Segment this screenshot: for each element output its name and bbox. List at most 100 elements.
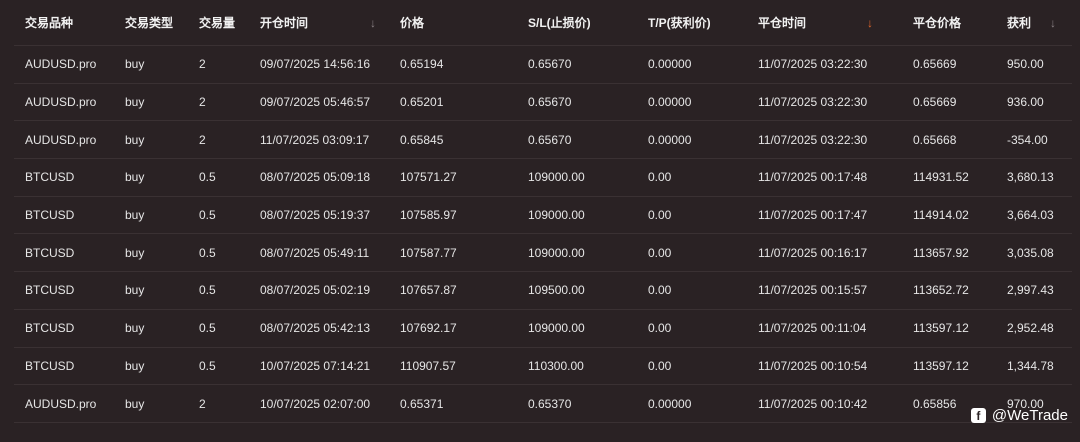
cell-close-time: 11/07/2025 00:15:57 (758, 283, 868, 298)
table-row[interactable]: BTCUSD buy 0.5 08/07/2025 05:09:18 107571.27… (14, 159, 1072, 197)
col-sl[interactable]: S/L(止损价) (528, 0, 591, 45)
cell-tp: 0.00000 (648, 57, 692, 72)
cell-type: buy (125, 208, 145, 223)
cell-symbol: BTCUSD (25, 170, 75, 185)
col-profit[interactable]: 获利 (1007, 0, 1031, 45)
cell-symbol: AUDUSD.pro (25, 396, 97, 411)
col-symbol[interactable]: 交易品种 (25, 0, 73, 45)
table-row[interactable]: AUDUSD.pro buy 2 09/07/2025 14:56:16 0.65194… (14, 46, 1072, 84)
wetrade-logo-icon: f (970, 408, 986, 423)
cell-volume: 2 (199, 396, 206, 411)
cell-profit: -354.00 (1007, 132, 1048, 147)
col-close-price[interactable]: 平仓价格 (913, 0, 961, 45)
cell-open-time: 10/07/2025 02:07:00 (260, 396, 371, 411)
cell-volume: 2 (199, 95, 206, 110)
col-close-time[interactable]: 平仓时间 (758, 0, 806, 45)
cell-volume: 0.5 (199, 208, 216, 223)
cell-tp: 0.00000 (648, 95, 692, 110)
cell-profit: 1,344.78 (1007, 358, 1054, 373)
cell-symbol: BTCUSD (25, 358, 75, 373)
cell-sl: 0.65670 (528, 95, 572, 110)
cell-type: buy (125, 57, 145, 72)
cell-open-time: 09/07/2025 14:56:16 (260, 57, 371, 72)
trade-history-table: 交易品种 交易类型 交易量 开仓时间 ↓ 价格 S/L(止损价) T/P(获利价… (14, 0, 1072, 423)
cell-profit: 936.00 (1007, 95, 1044, 110)
cell-profit: 3,035.08 (1007, 245, 1054, 260)
cell-type: buy (125, 170, 145, 185)
col-volume[interactable]: 交易量 (199, 0, 235, 45)
cell-close-price: 0.65856 (913, 396, 957, 411)
table-row[interactable]: BTCUSD buy 0.5 08/07/2025 05:19:37 107585.97… (14, 197, 1072, 235)
watermark: f @WeTrade (970, 407, 1068, 424)
cell-close-time: 11/07/2025 00:10:54 (758, 358, 868, 373)
cell-price: 110907.57 (400, 358, 456, 373)
table-row[interactable]: BTCUSD buy 0.5 10/07/2025 07:14:21 110907.57… (14, 348, 1072, 386)
cell-type: buy (125, 245, 145, 260)
cell-symbol: BTCUSD (25, 283, 75, 298)
cell-close-price: 113652.72 (913, 283, 969, 298)
cell-open-time: 10/07/2025 07:14:21 (260, 358, 371, 373)
cell-tp: 0.00 (648, 245, 672, 260)
cell-price: 107692.17 (400, 321, 457, 336)
cell-volume: 2 (199, 132, 206, 147)
cell-type: buy (125, 396, 145, 411)
cell-volume: 0.5 (199, 283, 216, 298)
sort-arrow-icon[interactable]: ↓ (1050, 0, 1056, 45)
cell-close-price: 0.65669 (913, 57, 957, 72)
cell-symbol: BTCUSD (25, 208, 75, 223)
col-tp[interactable]: T/P(获利价) (648, 0, 711, 45)
cell-close-time: 11/07/2025 00:11:04 (758, 321, 867, 336)
sort-arrow-icon[interactable]: ↓ (370, 0, 376, 45)
cell-profit: 950.00 (1007, 57, 1044, 72)
table-header: 交易品种 交易类型 交易量 开仓时间 ↓ 价格 S/L(止损价) T/P(获利价… (14, 0, 1072, 46)
table-row[interactable]: AUDUSD.pro buy 2 09/07/2025 05:46:57 0.65201… (14, 84, 1072, 122)
cell-close-price: 113657.92 (913, 245, 969, 260)
cell-price: 0.65845 (400, 132, 444, 147)
table-row[interactable]: BTCUSD buy 0.5 08/07/2025 05:49:11 107587.77… (14, 234, 1072, 273)
cell-type: buy (125, 283, 145, 298)
cell-tp: 0.00 (648, 208, 672, 223)
watermark-text: @WeTrade (991, 407, 1068, 424)
cell-type: buy (125, 132, 145, 147)
cell-profit: 2,952.48 (1007, 321, 1054, 336)
col-price[interactable]: 价格 (400, 0, 424, 45)
cell-price: 107585.97 (400, 208, 457, 223)
cell-close-price: 113597.12 (913, 358, 969, 373)
cell-tp: 0.00 (648, 321, 672, 336)
cell-symbol: AUDUSD.pro (25, 132, 97, 147)
cell-close-time: 11/07/2025 03:22:30 (758, 57, 868, 72)
table-row[interactable]: BTCUSD buy 0.5 08/07/2025 05:42:13 107692.17… (14, 310, 1072, 348)
cell-sl: 109000.00 (528, 321, 585, 336)
col-open-time[interactable]: 开仓时间 (260, 0, 308, 45)
table-row[interactable]: AUDUSD.pro buy 2 10/07/2025 02:07:00 0.65371… (14, 385, 1072, 423)
table-row[interactable]: BTCUSD buy 0.5 08/07/2025 05:02:19 107657.87… (14, 272, 1072, 310)
cell-close-time: 11/07/2025 00:17:47 (758, 208, 868, 223)
cell-type: buy (125, 358, 145, 373)
cell-symbol: BTCUSD (25, 245, 75, 260)
cell-tp: 0.00 (648, 358, 672, 373)
cell-open-time: 08/07/2025 05:09:18 (260, 170, 371, 185)
table-row[interactable]: AUDUSD.pro buy 2 11/07/2025 03:09:17 0.65845… (14, 121, 1072, 160)
cell-open-time: 08/07/2025 05:19:37 (260, 208, 371, 223)
cell-tp: 0.00 (648, 170, 672, 185)
cell-symbol: AUDUSD.pro (25, 95, 97, 110)
cell-open-time: 08/07/2025 05:02:19 (260, 283, 371, 298)
col-type[interactable]: 交易类型 (125, 0, 173, 45)
cell-symbol: AUDUSD.pro (25, 57, 97, 72)
cell-sl: 109000.00 (528, 170, 585, 185)
cell-close-time: 11/07/2025 00:17:48 (758, 170, 868, 185)
cell-close-price: 114931.52 (913, 170, 969, 185)
cell-price: 107657.87 (400, 283, 457, 298)
cell-type: buy (125, 321, 145, 336)
cell-symbol: BTCUSD (25, 321, 75, 336)
cell-volume: 0.5 (199, 358, 216, 373)
cell-type: buy (125, 95, 145, 110)
cell-profit: 3,680.13 (1007, 170, 1054, 185)
cell-sl: 109000.00 (528, 208, 585, 223)
cell-close-price: 0.65669 (913, 95, 957, 110)
cell-close-price: 0.65668 (913, 132, 957, 147)
cell-close-time: 11/07/2025 00:16:17 (758, 245, 868, 260)
cell-volume: 0.5 (199, 321, 216, 336)
sort-arrow-active-icon[interactable]: ↓ (867, 0, 873, 45)
cell-profit: 2,997.43 (1007, 283, 1054, 298)
